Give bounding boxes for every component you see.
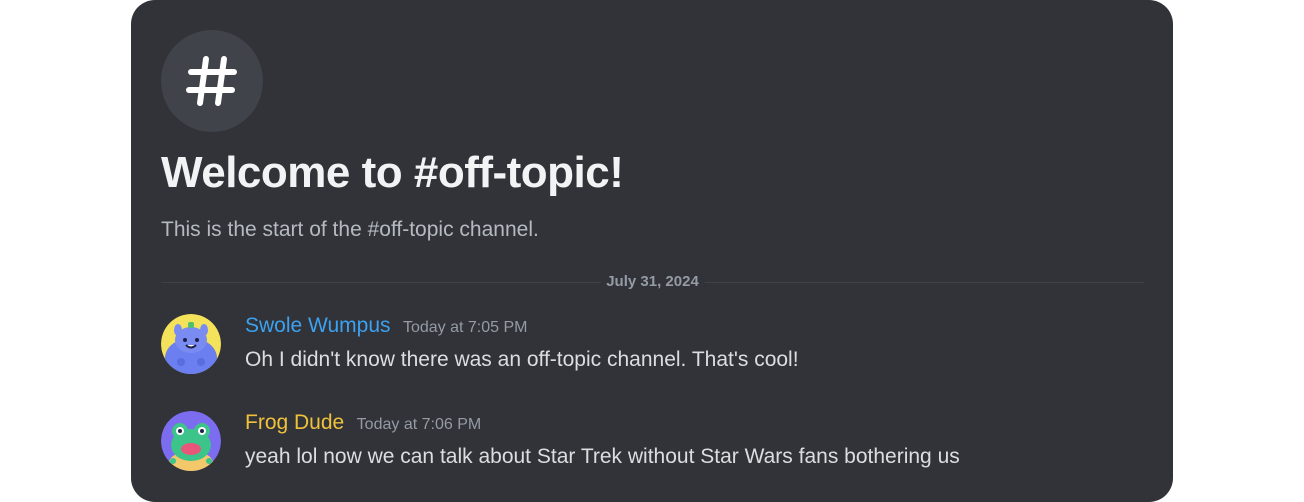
wumpus-avatar[interactable] [161, 314, 221, 374]
welcome-subtitle: This is the start of the #off-topic chan… [161, 218, 539, 241]
message-author[interactable]: Swole Wumpus [245, 314, 391, 337]
message-header: Swole Wumpus Today at 7:05 PM [245, 314, 527, 338]
chat-panel: Welcome to #off-topic! This is the start… [131, 0, 1173, 502]
hash-icon [186, 56, 237, 106]
message-timestamp: Today at 7:05 PM [402, 319, 528, 336]
message-item[interactable]: Swole Wumpus Today at 7:05 PM Oh I didn'… [161, 314, 1141, 378]
message-author[interactable]: Frog Dude [245, 411, 344, 434]
frog-avatar[interactable] [161, 411, 221, 471]
message-timestamp: Today at 7:06 PM [356, 416, 482, 433]
message-text: Oh I didn't know there was an off-topic … [245, 348, 799, 371]
message-header: Frog Dude Today at 7:06 PM [245, 411, 481, 435]
date-divider: July 31, 2024 [161, 272, 1144, 292]
channel-icon-badge [161, 30, 263, 132]
message-item[interactable]: Frog Dude Today at 7:06 PM yeah lol now … [161, 411, 1141, 475]
welcome-title: Welcome to #off-topic! [161, 148, 624, 197]
message-text: yeah lol now we can talk about Star Trek… [245, 445, 960, 468]
date-divider-label: July 31, 2024 [600, 272, 705, 292]
